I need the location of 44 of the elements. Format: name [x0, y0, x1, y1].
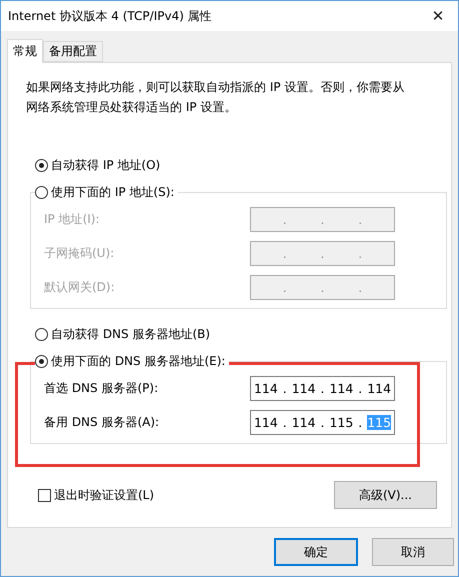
separator-dot: .	[358, 246, 362, 261]
field-label: IP 地址(I):	[44, 211, 100, 228]
field-label: 默认网关(D):	[44, 279, 115, 296]
close-button[interactable]: ✕	[418, 1, 458, 31]
separator-dot: .	[320, 212, 324, 227]
checkbox-label: 退出时验证设置(L)	[54, 486, 154, 504]
separator-dot: .	[282, 246, 287, 261]
separator-dot: .	[320, 280, 324, 295]
octet-text: 115	[329, 415, 354, 430]
separator-dot: .	[358, 415, 362, 430]
octet-text: 114	[329, 381, 354, 396]
radio-label: 自动获得 DNS 服务器地址(B)	[51, 326, 210, 342]
checkbox[interactable]	[38, 488, 51, 502]
window-title: Internet 协议版本 4 (TCP/IPv4) 属性	[8, 8, 212, 24]
ip-address-field[interactable]: 114 . 114 . 115 . 115	[250, 410, 395, 435]
separator-dot: .	[320, 381, 324, 396]
separator-dot: .	[282, 415, 287, 430]
radio-label: 使用下面的 IP 地址(S):	[51, 184, 174, 200]
ip-address-field[interactable]: 114 . 114 . 114 . 114	[250, 376, 395, 401]
octet-text: 114	[292, 381, 316, 396]
octet-text: 114	[367, 381, 392, 396]
field-label: 子网掩码(U):	[44, 245, 114, 262]
octet-text: 114	[254, 381, 278, 396]
tab[interactable]: 常规	[7, 39, 43, 63]
separator-dot: .	[282, 381, 287, 396]
separator-dot: .	[358, 381, 362, 396]
tab[interactable]: 备用配置	[43, 41, 103, 62]
description-text: 如果网络支持此功能，则可以获取自动指派的 IP 设置。否则，你需要从网络系统管理员处获得适当的 IP 设置。	[26, 79, 406, 116]
dialog-button[interactable]: 确定	[274, 538, 358, 566]
octet-text: 114	[292, 415, 316, 430]
separator-dot: .	[358, 212, 362, 227]
octet-text: 115	[367, 415, 392, 430]
separator-dot: .	[358, 280, 362, 295]
field-label: 备用 DNS 服务器(A):	[44, 414, 160, 431]
radio-label: 使用下面的 DNS 服务器地址(E):	[51, 352, 226, 370]
separator-dot: .	[282, 280, 287, 295]
separator-dot: .	[282, 212, 287, 227]
separator-dot: .	[320, 415, 324, 430]
separator-dot: .	[320, 246, 324, 261]
dialog-button[interactable]: 取消	[372, 538, 454, 566]
radio-label: 自动获得 IP 地址(O)	[51, 156, 160, 174]
advanced-button[interactable]: 高级(V)...	[334, 481, 437, 509]
octet-text: 114	[254, 415, 278, 430]
field-label: 首选 DNS 服务器(P):	[44, 380, 158, 397]
